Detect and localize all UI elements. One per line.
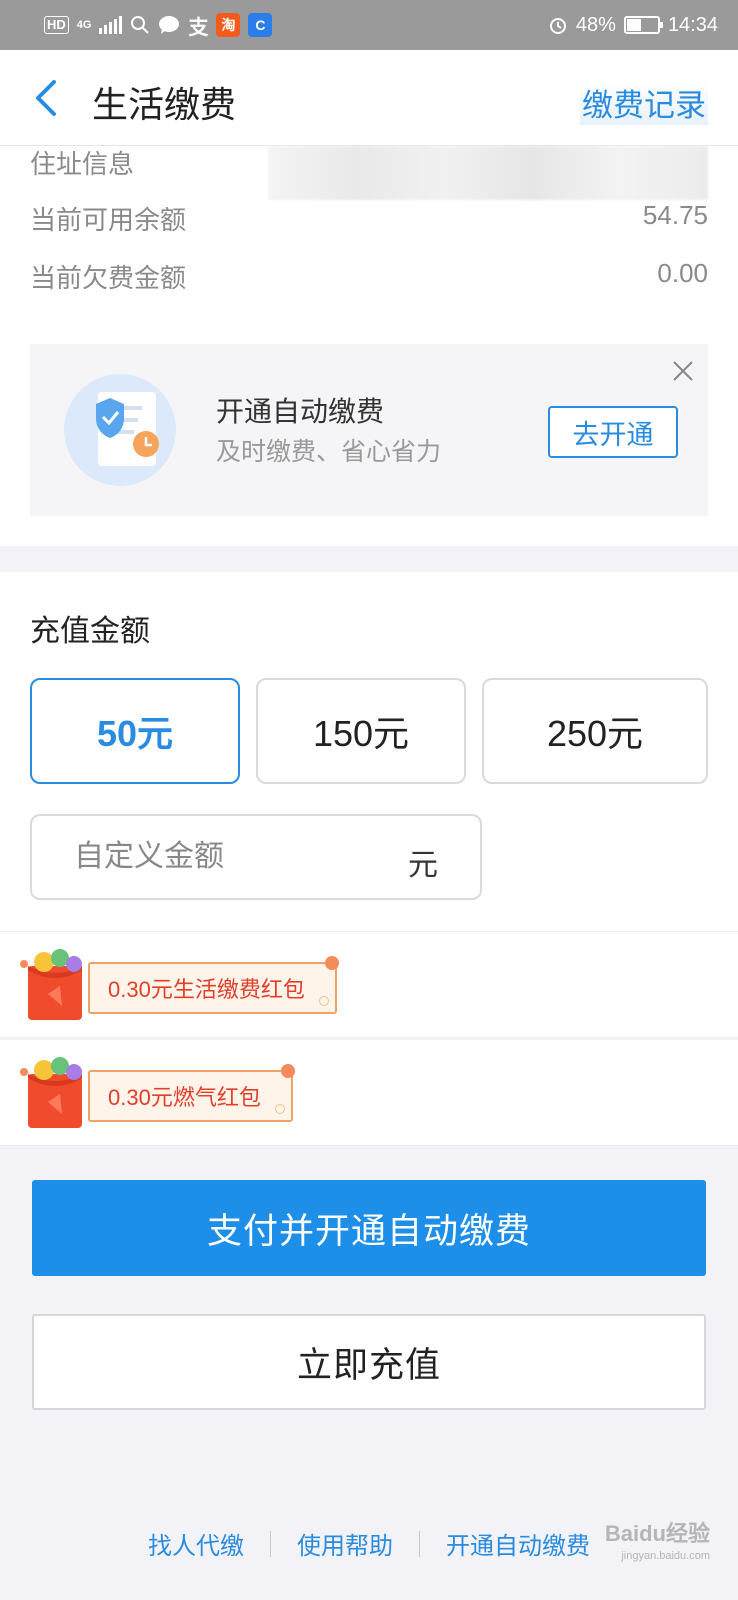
chat-icon bbox=[159, 16, 180, 34]
status-left: HD 4G 支 淘 C bbox=[44, 11, 273, 40]
battery-percent: 48% bbox=[575, 13, 616, 36]
search-icon bbox=[131, 16, 150, 34]
clock: 14:34 bbox=[667, 13, 718, 36]
battery-fill bbox=[626, 19, 642, 31]
footer-divider bbox=[270, 1530, 271, 1557]
amount-option-150[interactable]: 150元 bbox=[256, 678, 466, 784]
footer-link-help[interactable]: 使用帮助 bbox=[297, 1526, 393, 1561]
signal-icon bbox=[99, 16, 123, 34]
account-info-section: 住址信息 当前可用余额 54.75 当前欠费金额 0.00 开通自动缴费 及时缴… bbox=[0, 146, 738, 546]
status-bar: HD 4G 支 淘 C 48% 14:34 bbox=[0, 0, 738, 50]
info-row-arrears: 当前欠费金额 0.00 bbox=[30, 258, 708, 295]
coin-icon bbox=[274, 1104, 285, 1114]
balance-label: 当前可用余额 bbox=[30, 205, 187, 235]
app-icon: C bbox=[248, 13, 273, 37]
arrears-value: 0.00 bbox=[657, 258, 708, 288]
amount-option-50[interactable]: 50元 bbox=[30, 678, 240, 784]
baidu-jingyan-watermark: Baidu经验 jingyan.baidu.com bbox=[604, 1516, 710, 1562]
recharge-title: 充值金额 bbox=[30, 615, 150, 648]
pay-and-enable-auto-pay-button[interactable]: 支付并开通自动缴费 bbox=[32, 1180, 706, 1276]
pin-icon bbox=[280, 1064, 295, 1078]
status-right: 48% 14:34 bbox=[548, 14, 718, 37]
red-envelope-icon bbox=[20, 949, 82, 1020]
red-envelope-icon bbox=[20, 1057, 82, 1128]
recharge-now-button[interactable]: 立即充值 bbox=[32, 1314, 706, 1410]
payment-record-link[interactable]: 缴费记录 bbox=[580, 80, 708, 125]
info-row-address: 住址信息 bbox=[30, 144, 708, 181]
pin-icon bbox=[324, 956, 339, 970]
battery-icon bbox=[623, 16, 663, 34]
network-type-label: 4G bbox=[76, 18, 92, 31]
address-label: 住址信息 bbox=[30, 149, 135, 179]
hd-indicator: HD bbox=[44, 16, 69, 34]
red-packet-label: 0.30元生活缴费红包 bbox=[108, 977, 305, 1002]
balance-value: 54.75 bbox=[642, 200, 708, 230]
arrears-label: 当前欠费金额 bbox=[30, 263, 187, 293]
recharge-section: 充值金额 50元 150元 250元 元 bbox=[0, 572, 738, 932]
taobao-icon: 淘 bbox=[216, 13, 241, 37]
promo-title: 开通自动缴费 bbox=[216, 396, 385, 427]
watermark-text: Baidu经验 bbox=[604, 1521, 710, 1546]
page-title: 生活缴费 bbox=[92, 84, 237, 125]
custom-amount-unit: 元 bbox=[408, 849, 438, 882]
amount-option-250[interactable]: 250元 bbox=[482, 678, 708, 784]
promo-subtitle: 及时缴费、省心省力 bbox=[216, 438, 442, 466]
red-packet-row[interactable]: 0.30元燃气红包 bbox=[0, 1040, 738, 1146]
red-packet-label: 0.30元燃气红包 bbox=[108, 1085, 261, 1110]
footer-divider bbox=[419, 1530, 420, 1557]
footer-link-pay-for-others[interactable]: 找人代缴 bbox=[148, 1526, 244, 1561]
info-row-balance: 当前可用余额 54.75 bbox=[30, 200, 708, 237]
red-packet-tag: 0.30元生活缴费红包 bbox=[88, 956, 339, 1014]
coin-icon bbox=[318, 996, 329, 1006]
red-packet-row[interactable]: 0.30元生活缴费红包 bbox=[0, 932, 738, 1038]
auto-pay-bill-icon bbox=[64, 374, 176, 486]
alipay-icon: 支 bbox=[188, 16, 209, 39]
enable-auto-pay-button[interactable]: 去开通 bbox=[548, 406, 678, 458]
auto-pay-promo-card: 开通自动缴费 及时缴费、省心省力 去开通 bbox=[30, 344, 708, 516]
footer-link-enable-auto-pay[interactable]: 开通自动缴费 bbox=[446, 1526, 590, 1561]
alarm-icon bbox=[549, 18, 566, 34]
back-icon[interactable] bbox=[28, 76, 68, 120]
red-packet-tag: 0.30元燃气红包 bbox=[88, 1064, 295, 1122]
close-icon[interactable] bbox=[672, 360, 694, 382]
watermark-url: jingyan.baidu.com bbox=[621, 1550, 710, 1562]
custom-amount-input[interactable] bbox=[74, 834, 374, 880]
custom-amount-field[interactable]: 元 bbox=[30, 814, 482, 900]
network-type-indicator: 4G bbox=[76, 18, 92, 31]
nav-bar: 生活缴费 缴费记录 bbox=[0, 50, 738, 146]
